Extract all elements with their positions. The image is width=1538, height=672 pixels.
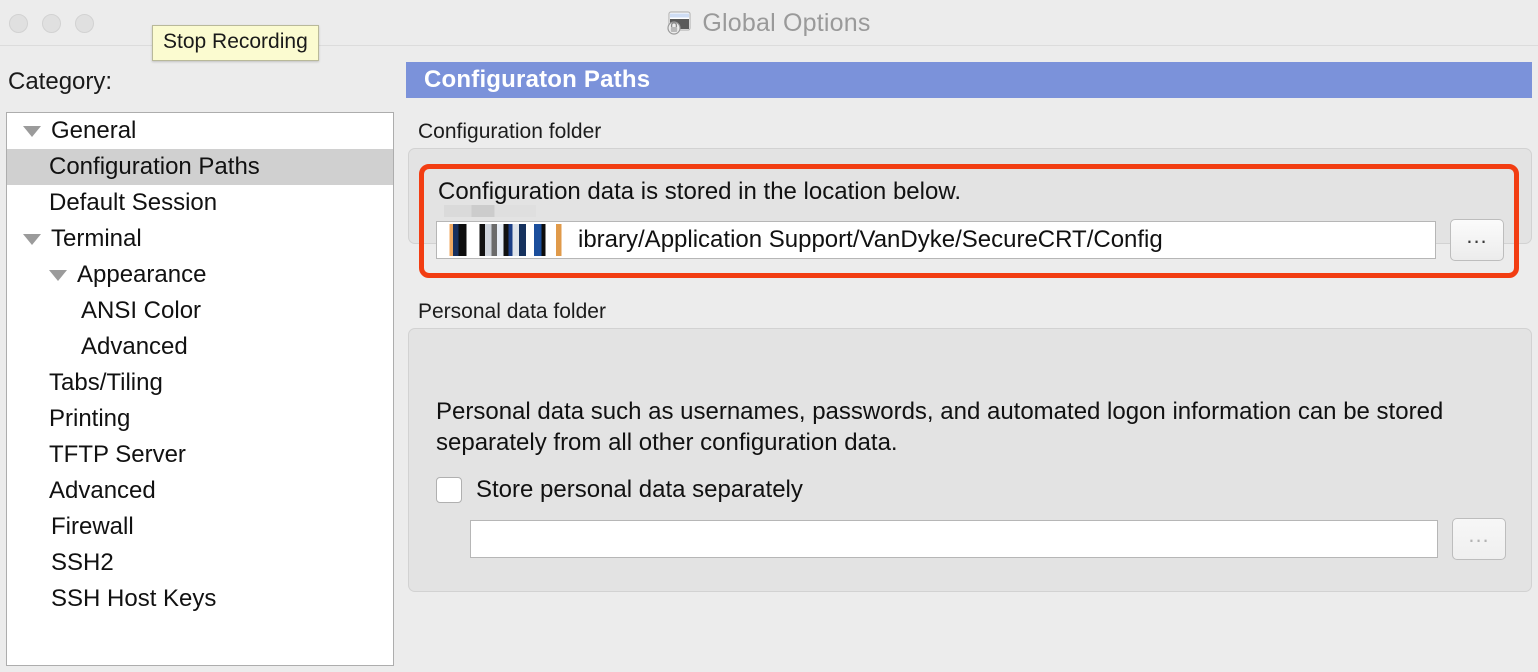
- personal-data-path-input[interactable]: [470, 520, 1438, 558]
- traffic-lights: [9, 14, 94, 33]
- sidebar-item-general[interactable]: General: [7, 113, 393, 149]
- global-options-window: Global Options Stop Recording Category: …: [0, 0, 1538, 672]
- store-personal-data-checkbox[interactable]: [436, 477, 462, 503]
- sidebar-item-label: Terminal: [51, 225, 142, 252]
- options-panel: Configuraton Paths Configuration folder …: [406, 52, 1532, 666]
- personal-data-browse-button[interactable]: ...: [1452, 518, 1506, 560]
- category-tree[interactable]: General Configuration Paths Default Sess…: [6, 112, 394, 666]
- configuration-path-browse-button[interactable]: ...: [1450, 219, 1504, 261]
- sidebar-item-default-session[interactable]: Default Session: [7, 185, 393, 221]
- close-button[interactable]: [9, 14, 28, 33]
- personal-data-description: Personal data such as usernames, passwor…: [436, 398, 1444, 456]
- window-title: Global Options: [702, 8, 871, 37]
- stop-recording-tooltip: Stop Recording: [152, 25, 319, 61]
- sidebar-item-label: Default Session: [49, 189, 218, 216]
- store-personal-data-label: Store personal data separately: [476, 476, 803, 503]
- sidebar-item-label: Tabs/Tiling: [49, 369, 163, 396]
- sidebar-item-firewall[interactable]: Firewall: [7, 509, 393, 545]
- sidebar-item-appearance[interactable]: Appearance: [7, 257, 393, 293]
- sidebar-item-printing[interactable]: Printing: [7, 401, 393, 437]
- sidebar-item-label: Advanced: [81, 333, 188, 360]
- zoom-button[interactable]: [75, 14, 94, 33]
- sidebar-item-tabs-tiling[interactable]: Tabs/Tiling: [7, 365, 393, 401]
- redacted-path-prefix: [444, 205, 576, 256]
- panel-header: Configuraton Paths: [406, 62, 1532, 98]
- personal-data-path-row: ...: [470, 518, 1506, 560]
- configuration-path-row: ibrary/Application Support/VanDyke/Secur…: [436, 205, 1504, 261]
- configuration-folder-description: Configuration data is stored in the loca…: [438, 178, 961, 205]
- sidebar-item-terminal-advanced[interactable]: Advanced: [7, 473, 393, 509]
- terminal-lock-icon: [667, 11, 693, 35]
- configuration-path-value: ibrary/Application Support/VanDyke/Secur…: [578, 226, 1163, 253]
- sidebar-item-label: SSH2: [51, 549, 114, 576]
- personal-data-folder-group-label: Personal data folder: [418, 300, 606, 323]
- sidebar-item-ssh2[interactable]: SSH2: [7, 545, 393, 581]
- sidebar-item-label: Advanced: [49, 477, 156, 504]
- minimize-button[interactable]: [42, 14, 61, 33]
- configuration-folder-group-label: Configuration folder: [418, 120, 602, 143]
- sidebar-item-label: Printing: [49, 405, 131, 432]
- sidebar-item-label: ANSI Color: [81, 297, 202, 324]
- sidebar-item-label: Configuration Paths: [49, 153, 260, 180]
- sidebar-item-label: Firewall: [51, 513, 134, 540]
- sidebar-item-terminal[interactable]: Terminal: [7, 221, 393, 257]
- sidebar-item-label: SSH Host Keys: [51, 585, 217, 612]
- sidebar-item-ansi-color[interactable]: ANSI Color: [7, 293, 393, 329]
- store-personal-data-row[interactable]: Store personal data separately: [436, 476, 803, 504]
- page-title: Configuraton Paths: [424, 66, 651, 93]
- configuration-path-input[interactable]: ibrary/Application Support/VanDyke/Secur…: [436, 205, 1436, 259]
- chevron-down-icon[interactable]: [23, 125, 41, 137]
- sidebar-item-tftp-server[interactable]: TFTP Server: [7, 437, 393, 473]
- chevron-down-icon[interactable]: [49, 269, 67, 281]
- category-label: Category:: [8, 68, 113, 95]
- sidebar-item-label: TFTP Server: [49, 441, 186, 468]
- chevron-down-icon[interactable]: [23, 233, 41, 245]
- sidebar-item-ssh-host-keys[interactable]: SSH Host Keys: [7, 581, 393, 617]
- sidebar-item-label: Appearance: [77, 261, 207, 288]
- sidebar-item-appearance-advanced[interactable]: Advanced: [7, 329, 393, 365]
- sidebar-item-configuration-paths[interactable]: Configuration Paths: [7, 149, 393, 185]
- sidebar-item-label: General: [51, 117, 137, 144]
